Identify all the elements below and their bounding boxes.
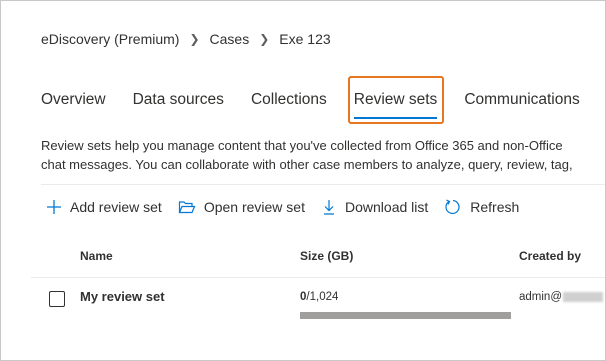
open-review-set-label: Open review set bbox=[203, 199, 305, 215]
refresh-label: Refresh bbox=[470, 199, 520, 215]
command-bar: Add review set Open review set Download … bbox=[46, 198, 535, 216]
created-by-value: admin@ bbox=[519, 291, 603, 303]
size-total: /1,024 bbox=[306, 291, 339, 303]
download-list-button[interactable]: Download list bbox=[321, 199, 428, 215]
size-progress-bar bbox=[300, 312, 511, 319]
refresh-icon bbox=[445, 199, 460, 215]
created-by-text: admin@ bbox=[519, 291, 562, 303]
page-description: Review sets help you manage content that… bbox=[41, 136, 605, 174]
column-header-name[interactable]: Name bbox=[80, 249, 113, 263]
tab-communications[interactable]: Communications bbox=[464, 79, 579, 121]
add-review-set-label: Add review set bbox=[70, 199, 162, 215]
breadcrumb-item-current-case: Exe 123 bbox=[279, 31, 331, 47]
divider bbox=[41, 184, 605, 185]
column-header-size[interactable]: Size (GB) bbox=[300, 249, 353, 263]
open-review-set-button[interactable]: Open review set bbox=[178, 199, 305, 215]
download-icon bbox=[324, 200, 334, 215]
tab-collections[interactable]: Collections bbox=[251, 79, 327, 121]
table-header: Name Size (GB) Created by bbox=[31, 237, 605, 278]
download-list-label: Download list bbox=[345, 199, 429, 215]
add-review-set-button[interactable]: Add review set bbox=[46, 199, 162, 215]
breadcrumb-item-ediscovery[interactable]: eDiscovery (Premium) bbox=[41, 31, 179, 47]
chevron-right-icon: ❯ bbox=[259, 32, 270, 46]
folder-open-icon bbox=[178, 201, 196, 214]
tab-data-sources[interactable]: Data sources bbox=[133, 79, 224, 121]
refresh-button[interactable]: Refresh bbox=[444, 198, 519, 216]
chevron-right-icon: ❯ bbox=[189, 32, 200, 46]
size-value: 0/1,024 bbox=[300, 291, 338, 303]
app-window: eDiscovery (Premium) ❯ Cases ❯ Exe 123 O… bbox=[0, 0, 606, 361]
plus-icon bbox=[47, 200, 61, 214]
review-set-name[interactable]: My review set bbox=[80, 289, 165, 304]
breadcrumb: eDiscovery (Premium) ❯ Cases ❯ Exe 123 bbox=[41, 31, 331, 47]
tab-overview[interactable]: Overview bbox=[41, 79, 106, 121]
table-row[interactable]: My review set 0/1,024 admin@ bbox=[31, 278, 605, 338]
case-tabs: Overview Data sources Collections Review… bbox=[41, 79, 605, 121]
tab-review-sets[interactable]: Review sets bbox=[353, 79, 437, 121]
description-line: chat messages. You can collaborate with … bbox=[41, 157, 573, 172]
redacted-area bbox=[563, 291, 603, 302]
column-header-created-by[interactable]: Created by bbox=[519, 249, 581, 263]
row-checkbox[interactable] bbox=[49, 291, 65, 307]
breadcrumb-item-cases[interactable]: Cases bbox=[210, 31, 250, 47]
description-line: Review sets help you manage content that… bbox=[41, 138, 563, 153]
